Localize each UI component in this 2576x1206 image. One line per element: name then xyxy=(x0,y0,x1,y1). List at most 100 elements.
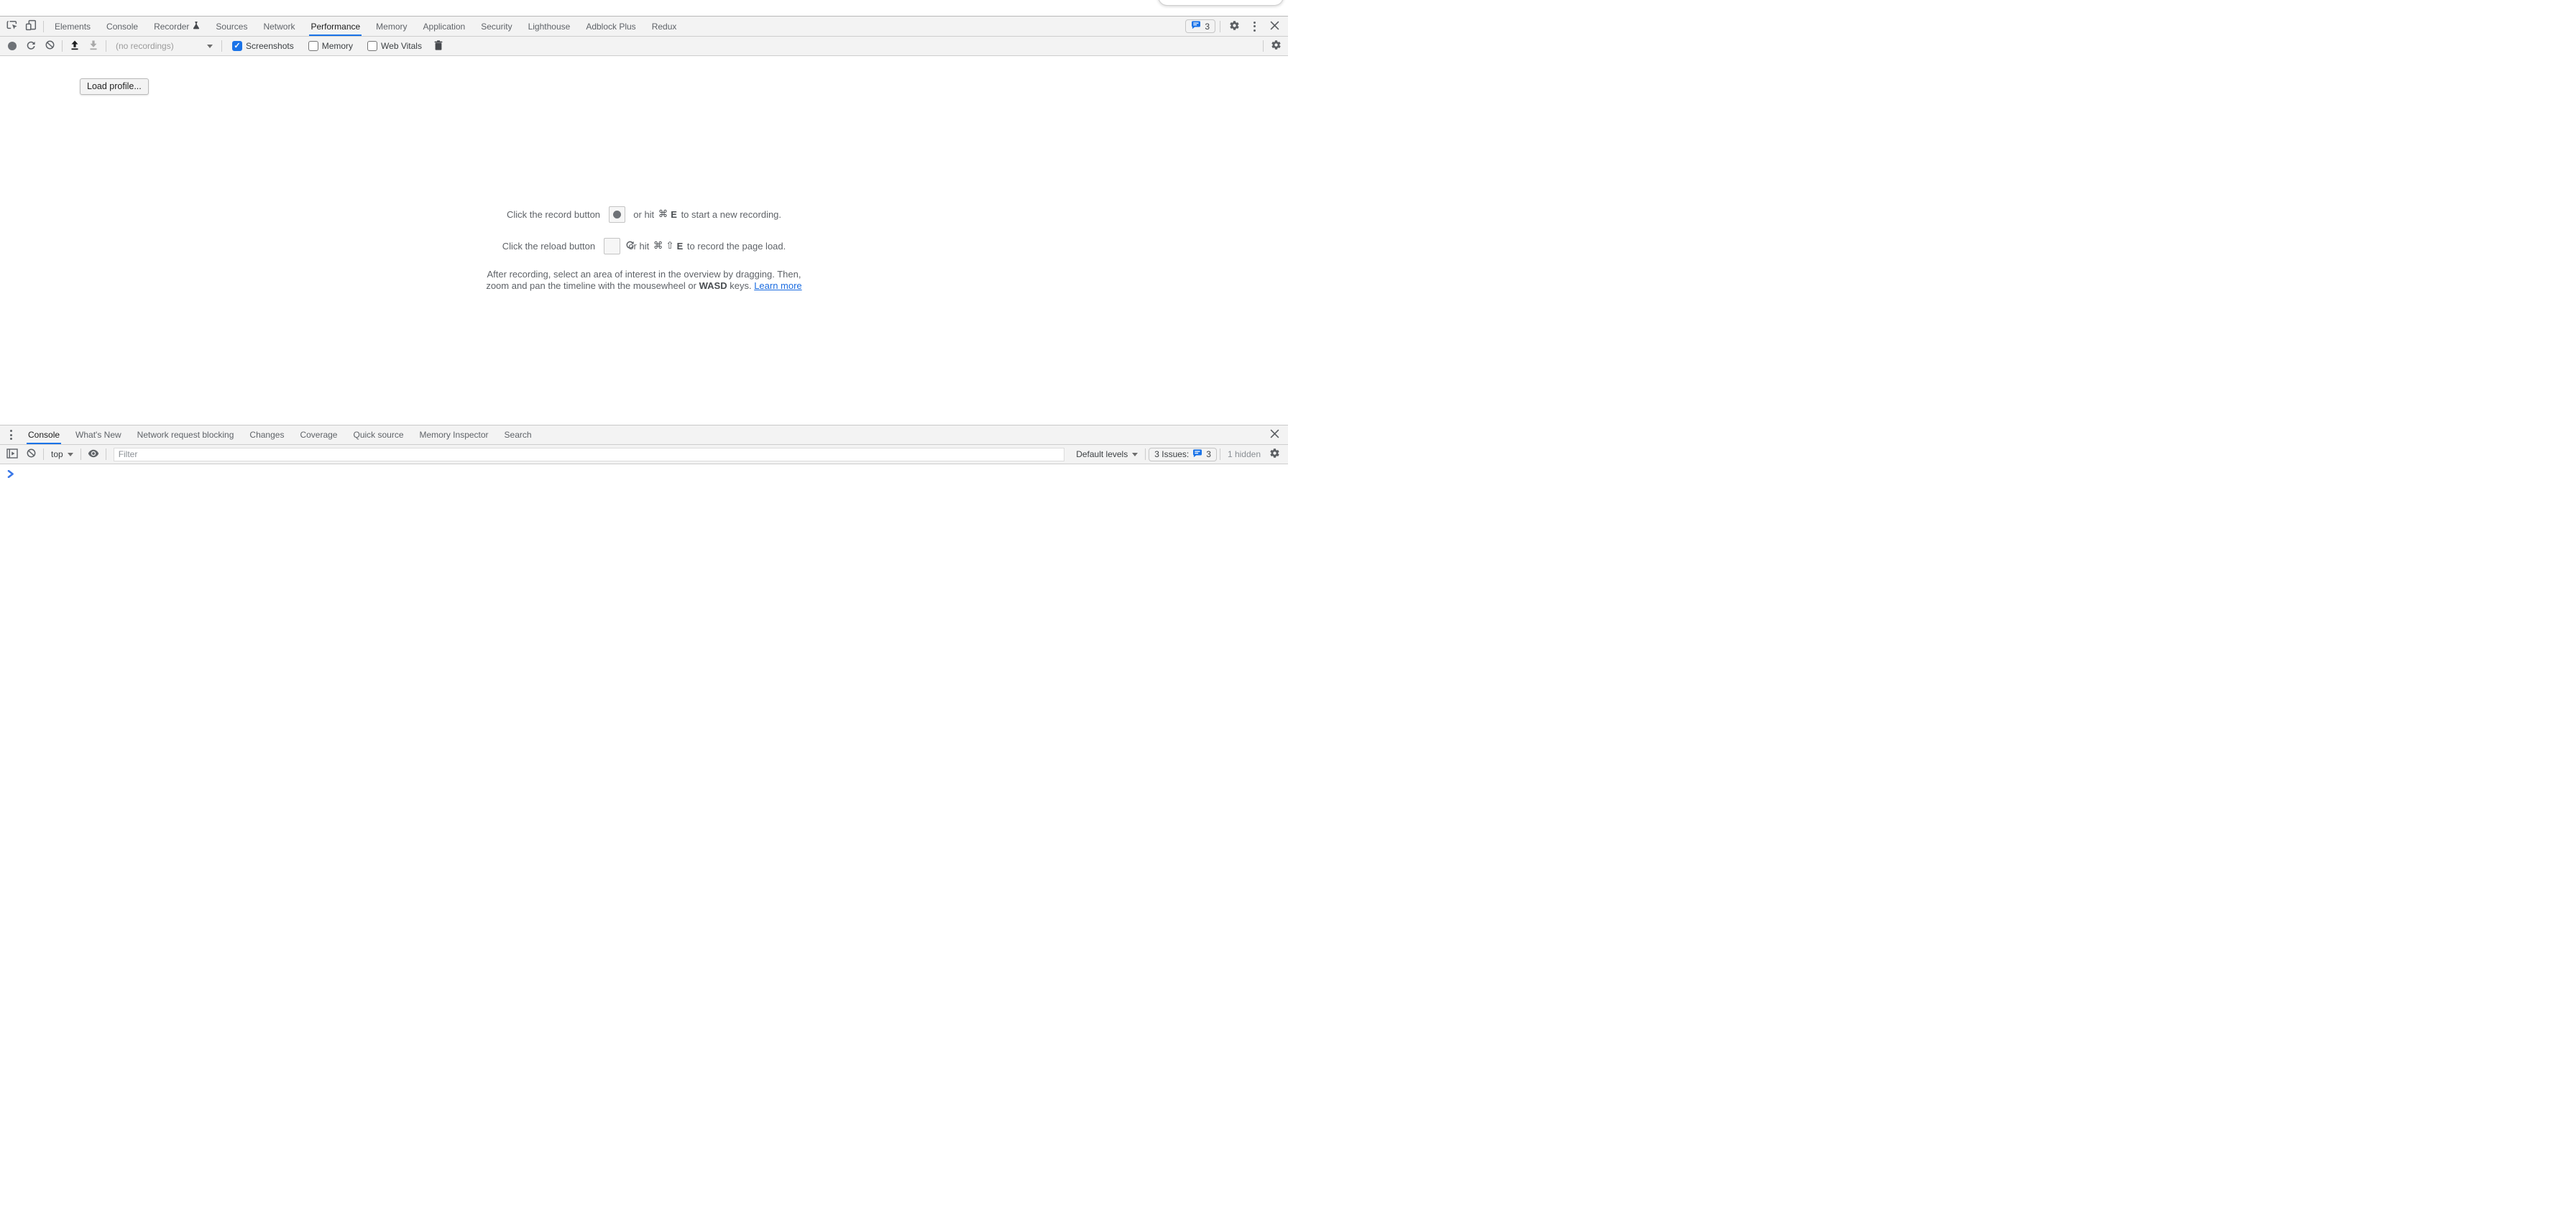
drawer-tab-console[interactable]: Console xyxy=(20,425,68,444)
tab-label: Lighthouse xyxy=(528,22,571,32)
drawer-tab-whats-new[interactable]: What's New xyxy=(68,425,129,444)
tab-label: Memory xyxy=(376,22,407,32)
issues-counter-button[interactable]: 3 xyxy=(1185,19,1215,33)
tab-adblock-plus[interactable]: Adblock Plus xyxy=(578,17,643,36)
console-filter-input[interactable] xyxy=(114,448,1065,461)
toolbar-separator xyxy=(43,448,44,460)
tab-sources[interactable]: Sources xyxy=(208,17,255,36)
reload-instruction-line: Click the reload button or hit ⌘ ⇧ E to … xyxy=(0,237,1288,254)
recordings-select-value: (no recordings) xyxy=(116,41,174,51)
garbage-collect-button[interactable] xyxy=(429,37,448,55)
tab-recorder[interactable]: Recorder xyxy=(146,17,208,36)
checkbox-label: Screenshots xyxy=(246,41,294,51)
inline-record-button xyxy=(609,206,625,223)
hint-text: keys. xyxy=(727,280,755,291)
record-icon xyxy=(8,42,17,50)
checkbox-box xyxy=(308,41,318,51)
console-messages-area[interactable] xyxy=(0,464,1288,603)
chevron-down-icon xyxy=(1132,453,1138,456)
tab-lighthouse[interactable]: Lighthouse xyxy=(520,17,579,36)
tab-memory[interactable]: Memory xyxy=(368,17,415,36)
eye-icon xyxy=(88,449,99,460)
load-profile-button[interactable] xyxy=(65,37,84,55)
tab-label: Application xyxy=(423,22,466,32)
clear-console-button[interactable] xyxy=(22,445,40,464)
wasd-keys: WASD xyxy=(699,280,727,291)
issues-bubble-icon xyxy=(1191,21,1201,32)
shortcut-key: E xyxy=(677,241,684,252)
drawer-tab-network-request-blocking[interactable]: Network request blocking xyxy=(129,425,242,444)
device-toolbar-icon xyxy=(24,19,37,34)
tab-label: Network request blocking xyxy=(137,430,234,440)
create-live-expression-button[interactable] xyxy=(84,445,103,464)
performance-toolbar: (no recordings) ✓ Screenshots Memory Web… xyxy=(0,37,1288,56)
recordings-select[interactable]: (no recordings) xyxy=(109,41,218,51)
gear-icon xyxy=(1269,448,1280,461)
tab-network[interactable]: Network xyxy=(255,17,303,36)
reload-and-record-button[interactable] xyxy=(22,37,40,55)
console-sidebar-toggle-button[interactable] xyxy=(3,445,22,464)
inspect-element-button[interactable] xyxy=(3,17,22,36)
tab-application[interactable]: Application xyxy=(415,17,474,36)
tab-label: Console xyxy=(28,430,60,440)
record-button[interactable] xyxy=(3,37,22,55)
tab-label: Changes xyxy=(249,430,284,440)
device-toolbar-button[interactable] xyxy=(22,17,40,36)
tab-security[interactable]: Security xyxy=(473,17,520,36)
tab-label: Redux xyxy=(652,22,677,32)
capture-settings-button[interactable] xyxy=(1266,37,1285,55)
tab-label: Console xyxy=(106,22,138,32)
inspect-cursor-icon xyxy=(6,19,19,34)
tab-performance[interactable]: Performance xyxy=(303,17,368,36)
chevron-down-icon xyxy=(68,453,73,456)
checkbox-label: Memory xyxy=(322,41,353,51)
settings-button[interactable] xyxy=(1225,17,1243,36)
console-prompt-chevron-icon xyxy=(7,470,14,480)
screenshots-checkbox[interactable]: ✓ Screenshots xyxy=(232,41,294,51)
hint-text: After recording, select an area of inter… xyxy=(487,269,801,280)
experiment-flask-icon xyxy=(193,21,200,32)
close-drawer-button[interactable] xyxy=(1265,425,1284,444)
drawer-tab-changes[interactable]: Changes xyxy=(242,425,292,444)
drawer-tab-quick-source[interactable]: Quick source xyxy=(345,425,411,444)
instruction-text: or hit xyxy=(626,241,652,252)
close-devtools-button[interactable] xyxy=(1265,17,1284,36)
save-profile-button[interactable] xyxy=(84,37,103,55)
record-instruction-line: Click the record button or hit ⌘ E to st… xyxy=(0,206,1288,223)
hint-text: zoom and pan the timeline with the mouse… xyxy=(486,280,699,291)
top-bar-right-controls: 3 xyxy=(1185,17,1284,36)
drawer: Console What's New Network request block… xyxy=(0,425,1288,603)
log-levels-select[interactable]: Default levels xyxy=(1072,449,1142,459)
tab-label: Memory Inspector xyxy=(420,430,489,440)
usage-hint-paragraph: After recording, select an area of inter… xyxy=(0,269,1288,292)
trash-icon xyxy=(434,40,443,52)
javascript-context-select[interactable]: top xyxy=(47,449,78,459)
tab-label: Recorder xyxy=(154,22,189,32)
memory-checkbox[interactable]: Memory xyxy=(308,41,353,51)
tab-label: Network xyxy=(263,22,295,32)
instruction-text: Click the record button xyxy=(507,209,603,220)
clear-recording-button[interactable] xyxy=(40,37,59,55)
drawer-tab-coverage[interactable]: Coverage xyxy=(292,425,345,444)
shortcut-key: E xyxy=(671,209,677,220)
console-issues-button[interactable]: 3 Issues: 3 xyxy=(1149,448,1217,461)
drawer-tab-search[interactable]: Search xyxy=(497,425,540,444)
tab-console[interactable]: Console xyxy=(98,17,146,36)
drawer-tab-memory-inspector[interactable]: Memory Inspector xyxy=(412,425,497,444)
issues-count: 3 xyxy=(1206,449,1211,459)
three-dots-icon xyxy=(10,430,12,440)
drawer-right-controls xyxy=(1265,425,1284,444)
drawer-menu-button[interactable] xyxy=(1,425,20,444)
console-settings-button[interactable] xyxy=(1265,445,1284,464)
three-dots-icon xyxy=(1254,22,1256,32)
instruction-text: Click the reload button xyxy=(502,241,598,252)
issues-bubble-icon xyxy=(1192,449,1202,460)
web-vitals-checkbox[interactable]: Web Vitals xyxy=(367,41,422,51)
tab-redux[interactable]: Redux xyxy=(644,17,685,36)
more-options-button[interactable] xyxy=(1245,17,1264,36)
block-icon xyxy=(27,448,36,460)
tab-elements[interactable]: Elements xyxy=(47,17,98,36)
checkbox-box xyxy=(367,41,377,51)
learn-more-link[interactable]: Learn more xyxy=(754,280,801,291)
instruction-text: to record the page load. xyxy=(684,241,786,252)
